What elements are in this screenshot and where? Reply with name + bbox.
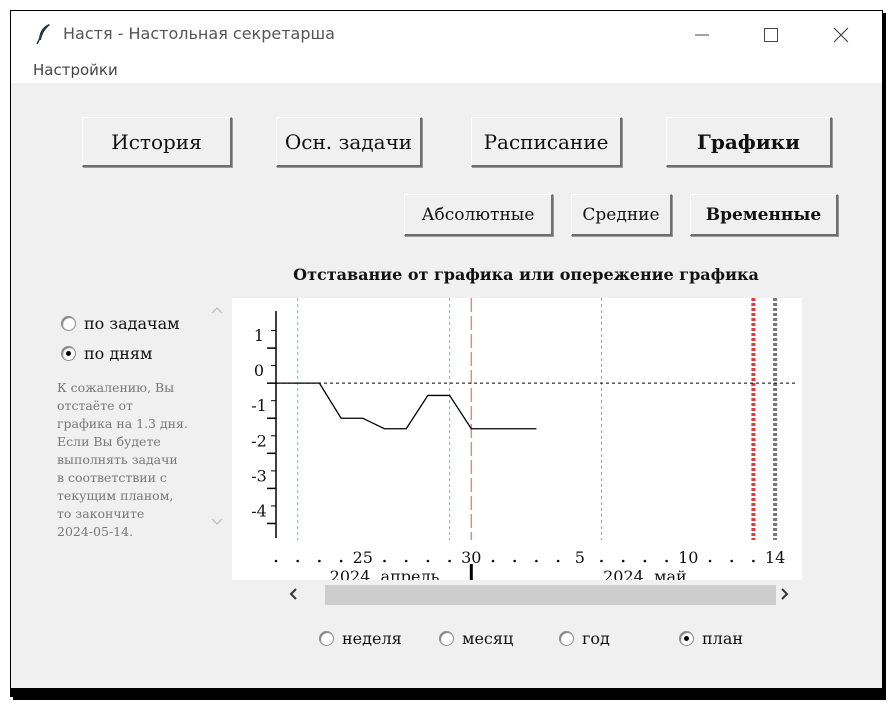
- horizontal-scrollbar[interactable]: [275, 583, 803, 605]
- status-note: К сожалению, Вы отстаёте от графика на 1…: [57, 380, 188, 539]
- tab-main-tasks[interactable]: Осн. задачи: [276, 117, 422, 167]
- y-tick-label: -2: [251, 431, 267, 450]
- menu-settings[interactable]: Настройки: [33, 61, 118, 79]
- radio-circle-selected: [679, 631, 694, 646]
- radio-circle: [61, 316, 76, 331]
- radio-label: год: [582, 629, 610, 648]
- x-day-dot: [448, 559, 451, 563]
- radio-month[interactable]: месяц: [439, 629, 513, 648]
- x-day-dot: [513, 559, 516, 563]
- subtab-absolute[interactable]: Абсолютные: [404, 194, 553, 236]
- x-day-dot: [730, 559, 733, 563]
- x-day-dot: [339, 559, 343, 563]
- x-day-dot: [404, 559, 408, 563]
- x-day-dot: [643, 559, 647, 563]
- title-bar[interactable]: Настя - Настольная секретарша: [11, 11, 882, 57]
- y-tick-label: 1: [254, 326, 264, 345]
- month-label: 2024, апрель: [330, 567, 440, 580]
- close-button[interactable]: [818, 19, 864, 51]
- x-day-dot: [426, 559, 430, 563]
- chart-title: Отставание от графика или опережение гра…: [293, 265, 759, 284]
- radio-by-tasks[interactable]: по задачам: [61, 314, 180, 333]
- radio-circle-selected: [61, 346, 76, 361]
- x-day-dot: [708, 559, 712, 563]
- menu-bar: Настройки: [11, 57, 882, 83]
- chevron-down-icon: [211, 518, 223, 526]
- x-day-dot: [491, 559, 495, 563]
- maximize-button[interactable]: [748, 19, 794, 51]
- subtab-temporal[interactable]: Временные: [690, 194, 838, 236]
- x-day-dot: [274, 559, 278, 563]
- radio-by-days[interactable]: по дням: [61, 344, 152, 363]
- y-tick-label: 0: [254, 361, 264, 380]
- radio-year[interactable]: год: [559, 629, 610, 648]
- feather-icon: [36, 24, 50, 45]
- radio-label: месяц: [462, 629, 514, 648]
- chevron-left-icon: [289, 588, 297, 600]
- chevron-right-icon: [781, 588, 789, 600]
- x-tick-label: 5: [575, 548, 585, 567]
- x-day-dot: [752, 559, 755, 563]
- y-tick-label: -4: [251, 501, 267, 520]
- tab-schedule[interactable]: Расписание: [471, 117, 622, 167]
- radio-label: план: [702, 629, 744, 648]
- y-tick-label: -3: [251, 466, 267, 485]
- app-window: Настя - Настольная секретарша Настройки …: [10, 10, 883, 697]
- chart-canvas: 1 0 -1 -2 -3 -4 25 30 5 10 14 2024, апрель 2024, май: [232, 298, 802, 586]
- x-day-dot: [296, 559, 299, 563]
- y-tick-label: -1: [251, 396, 267, 415]
- x-day-dot: [556, 559, 560, 563]
- month-label: 2024, май: [603, 567, 687, 580]
- radio-circle: [559, 631, 574, 646]
- x-day-dot: [621, 559, 625, 563]
- x-tick-label: 10: [678, 548, 698, 567]
- maximize-icon: [764, 28, 778, 42]
- tab-history[interactable]: История: [82, 117, 232, 167]
- vertical-scrollbar[interactable]: [207, 298, 227, 533]
- x-day-dot: [600, 559, 603, 563]
- radio-plan[interactable]: план: [679, 629, 743, 648]
- series-line: [276, 382, 537, 430]
- radio-label: по задачам: [84, 314, 180, 333]
- x-tick-label: 25: [353, 548, 373, 567]
- x-day-dot: [383, 559, 386, 563]
- radio-week[interactable]: неделя: [319, 629, 402, 648]
- subtab-average[interactable]: Средние: [571, 194, 672, 236]
- radio-circle: [319, 631, 334, 646]
- radio-label: по дням: [84, 344, 153, 363]
- x-tick-label: 14: [765, 548, 785, 567]
- radio-circle: [439, 631, 454, 646]
- radio-label: неделя: [342, 629, 402, 648]
- scrollbar-thumb[interactable]: [325, 585, 776, 605]
- minimize-icon: [695, 34, 709, 36]
- close-icon: [833, 27, 849, 43]
- x-day-dot: [665, 559, 668, 563]
- tab-charts[interactable]: Графики: [666, 117, 832, 167]
- window-title: Настя - Настольная секретарша: [63, 24, 335, 43]
- x-day-dot: [318, 559, 321, 563]
- minimize-button[interactable]: [679, 19, 725, 51]
- x-day-dot: [535, 559, 538, 563]
- chevron-up-icon: [211, 306, 223, 314]
